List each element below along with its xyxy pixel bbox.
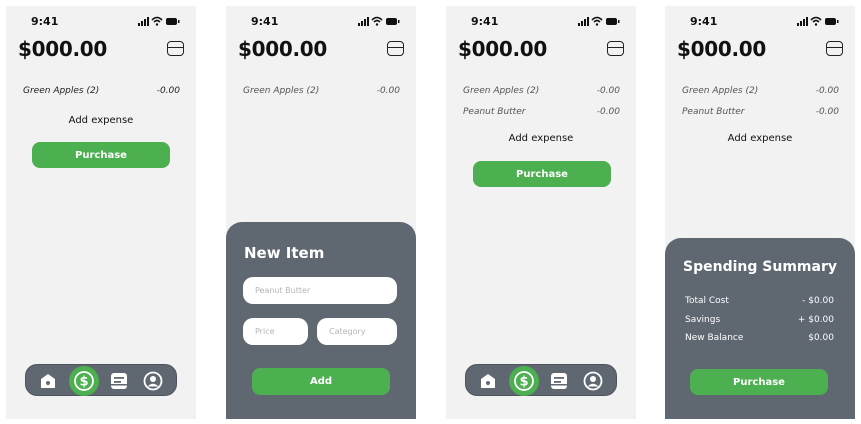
expense-name: Peanut Butter [463,107,526,117]
summary-value: + $0.00 [797,315,834,325]
bottom-nav: $ [465,364,617,396]
list-icon[interactable] [549,371,569,391]
status-time: 9:41 [31,15,59,28]
card-icon[interactable] [826,41,843,56]
new-item-sheet: New Item Peanut Butter Price Category Ad… [226,222,416,419]
sheet-title: Spending Summary [683,259,837,275]
list-item: Peanut Butter -0.00 [682,107,839,117]
list-item: Green Apples (2) -0.00 [463,86,620,96]
price-input[interactable]: Price [243,318,308,345]
list-item: Green Apples (2) -0.00 [682,86,839,96]
card-icon[interactable] [387,41,404,56]
summary-value: $0.00 [808,333,834,343]
expense-name: Green Apples (2) [682,86,759,96]
status-time: 9:41 [690,15,718,28]
summary-label: New Balance [685,333,744,343]
dollar-icon[interactable]: $ [69,366,99,396]
list-item: Peanut Butter -0.00 [463,107,620,117]
profile-icon[interactable] [143,371,163,391]
status-icons [797,16,839,26]
purchase-button[interactable]: Purchase [473,161,611,187]
expense-amount: -0.00 [596,107,620,117]
screen-spending-summary: 9:41 $000.00 Green Apples (2) -0.00 Pean… [665,6,855,419]
purchase-button[interactable]: Purchase [32,142,170,168]
screen-expenses-updated: 9:41 $000.00 Green Apples (2) -0.00 Pean… [446,6,636,419]
summary-label: Savings [685,315,721,325]
category-input[interactable]: Category [317,318,397,345]
svg-text:$: $ [519,375,528,390]
add-expense-link[interactable]: Add expense [446,133,636,144]
card-icon[interactable] [167,41,184,56]
summary-row-new-balance: New Balance $0.00 [685,333,834,343]
status-icons [578,16,620,26]
item-name-input[interactable]: Peanut Butter [243,277,397,304]
balance: $000.00 [18,37,107,61]
status-icons [358,16,400,26]
expense-name: Green Apples (2) [463,86,540,96]
expense-name: Green Apples (2) [243,86,320,96]
spending-summary-sheet: Spending Summary Total Cost - $0.00 Savi… [665,238,855,419]
balance: $000.00 [677,37,766,61]
home-icon[interactable] [478,371,498,391]
expense-amount: -0.00 [156,86,180,96]
summary-row-savings: Savings + $0.00 [685,315,834,325]
svg-text:$: $ [79,375,88,390]
list-icon[interactable] [109,371,129,391]
screen-new-item: 9:41 $000.00 Green Apples (2) -0.00 New … [226,6,416,419]
add-button[interactable]: Add [252,368,390,395]
balance: $000.00 [458,37,547,61]
screen-expenses: 9:41 $000.00 Green Apples (2) -0.00 Add … [6,6,196,419]
dollar-icon[interactable]: $ [509,366,539,396]
card-icon[interactable] [607,41,624,56]
expense-amount: -0.00 [815,107,839,117]
list-item: Green Apples (2) -0.00 [243,86,400,96]
expense-amount: -0.00 [376,86,400,96]
expense-amount: -0.00 [815,86,839,96]
add-expense-link[interactable]: Add expense [665,133,855,144]
status-time: 9:41 [251,15,279,28]
list-item: Green Apples (2) -0.00 [23,86,180,96]
add-expense-link[interactable]: Add expense [6,115,196,126]
purchase-button[interactable]: Purchase [690,369,828,395]
status-time: 9:41 [471,15,499,28]
expense-name: Peanut Butter [682,107,745,117]
expense-name: Green Apples (2) [23,86,100,96]
profile-icon[interactable] [583,371,603,391]
bottom-nav: $ [25,364,177,396]
balance: $000.00 [238,37,327,61]
summary-value: - $0.00 [802,296,834,306]
status-icons [138,16,180,26]
summary-label: Total Cost [685,296,729,306]
summary-row-total-cost: Total Cost - $0.00 [685,296,834,306]
sheet-title: New Item [244,244,325,262]
expense-amount: -0.00 [596,86,620,96]
home-icon[interactable] [38,371,58,391]
